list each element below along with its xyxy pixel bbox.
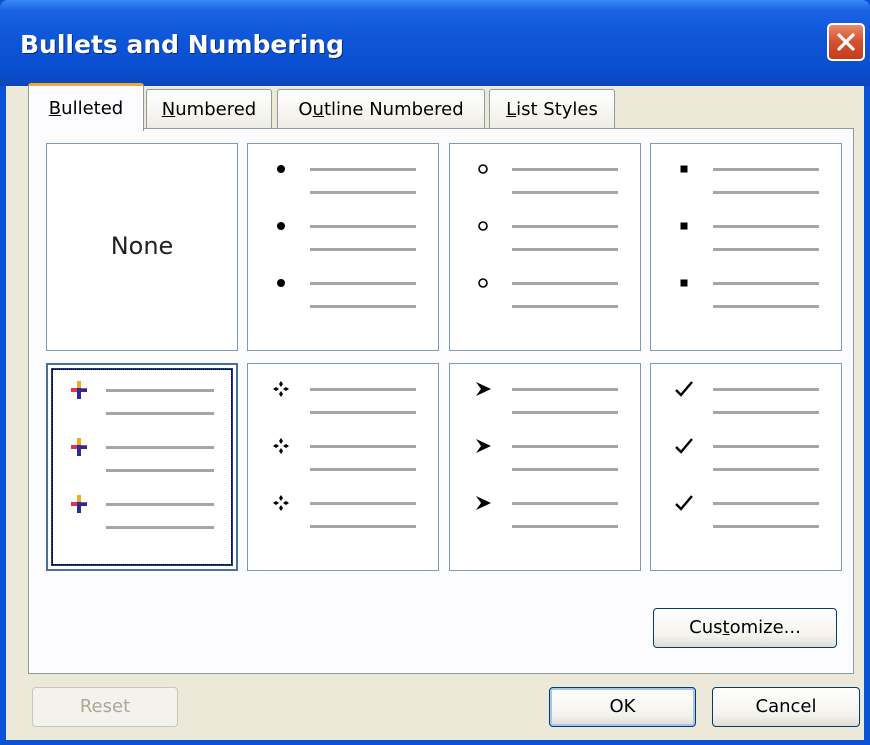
bullet-style-filled-square[interactable]: [650, 143, 842, 351]
hollow-circle-bullet-icon: [472, 215, 494, 241]
bulleted-tab-panel: None Customize...: [28, 128, 854, 674]
checkmark-bullet-icon: [673, 378, 695, 404]
text-placeholder-line: [310, 411, 416, 414]
text-placeholder-line: [106, 526, 214, 529]
tab-outline-numbered[interactable]: Outline Numbered: [277, 89, 485, 129]
hollow-circle-bullet-icon: [472, 158, 494, 184]
text-placeholder-line: [310, 468, 416, 471]
text-placeholder-line: [512, 502, 618, 505]
filled-square-bullet-icon: [673, 215, 695, 241]
text-placeholder-line: [713, 248, 819, 251]
bullet-style-checkmark[interactable]: [650, 363, 842, 571]
arrowhead-bullet-icon: [472, 435, 494, 461]
text-placeholder-line: [310, 525, 416, 528]
bullet-style-filled-dot[interactable]: [247, 143, 439, 351]
filled-dot-bullet-icon: [270, 272, 292, 298]
tab-bulleted[interactable]: Bulleted: [28, 83, 144, 131]
colored-cross-bullet-icon: [68, 436, 90, 462]
cancel-button[interactable]: Cancel: [712, 687, 860, 727]
bullet-style-arrowhead[interactable]: [449, 363, 641, 571]
four-diamond-bullet-icon: [270, 378, 292, 404]
text-placeholder-line: [512, 525, 618, 528]
text-placeholder-line: [310, 168, 416, 171]
close-icon: [837, 33, 855, 51]
text-placeholder-line: [512, 248, 618, 251]
four-diamond-bullet-icon: [270, 492, 292, 518]
text-placeholder-line: [310, 388, 416, 391]
filled-square-bullet-icon: [673, 272, 695, 298]
text-placeholder-line: [713, 282, 819, 285]
text-placeholder-line: [512, 445, 618, 448]
text-placeholder-line: [106, 412, 214, 415]
text-placeholder-line: [310, 191, 416, 194]
text-placeholder-line: [310, 305, 416, 308]
tab-numbered[interactable]: Numbered: [146, 89, 272, 129]
text-placeholder-line: [512, 191, 618, 194]
arrowhead-bullet-icon: [472, 378, 494, 404]
text-placeholder-line: [713, 191, 819, 194]
text-placeholder-line: [106, 446, 214, 449]
dialog-title: Bullets and Numbering: [20, 30, 344, 59]
text-placeholder-line: [512, 411, 618, 414]
text-placeholder-line: [310, 282, 416, 285]
bullet-style-cross-picture[interactable]: [46, 363, 238, 571]
text-placeholder-line: [106, 469, 214, 472]
dialog-body: Bulleted Numbered Outline Numbered List …: [6, 83, 864, 740]
checkmark-bullet-icon: [673, 492, 695, 518]
text-placeholder-line: [713, 468, 819, 471]
text-placeholder-line: [512, 282, 618, 285]
text-placeholder-line: [713, 305, 819, 308]
reset-button[interactable]: Reset: [32, 687, 178, 727]
tab-list-styles[interactable]: List Styles: [489, 89, 615, 129]
text-placeholder-line: [310, 225, 416, 228]
bullet-style-four-diamond[interactable]: [247, 363, 439, 571]
text-placeholder-line: [310, 445, 416, 448]
four-diamond-bullet-icon: [270, 435, 292, 461]
text-placeholder-line: [713, 411, 819, 414]
bullet-style-hollow-circle[interactable]: [449, 143, 641, 351]
text-placeholder-line: [713, 445, 819, 448]
text-placeholder-line: [713, 168, 819, 171]
text-placeholder-line: [512, 388, 618, 391]
close-button[interactable]: [827, 23, 865, 61]
colored-cross-bullet-icon: [68, 379, 90, 405]
title-bar[interactable]: Bullets and Numbering: [0, 0, 870, 86]
text-placeholder-line: [512, 305, 618, 308]
text-placeholder-line: [106, 389, 214, 392]
text-placeholder-line: [512, 468, 618, 471]
text-placeholder-line: [310, 502, 416, 505]
text-placeholder-line: [713, 225, 819, 228]
filled-dot-bullet-icon: [270, 158, 292, 184]
text-placeholder-line: [310, 248, 416, 251]
text-placeholder-line: [713, 502, 819, 505]
arrowhead-bullet-icon: [472, 492, 494, 518]
dialog-window: Bullets and Numbering Bulleted Numbered …: [0, 0, 870, 745]
text-placeholder-line: [713, 388, 819, 391]
customize-button[interactable]: Customize...: [653, 608, 837, 648]
none-label: None: [110, 232, 174, 260]
filled-square-bullet-icon: [673, 158, 695, 184]
checkmark-bullet-icon: [673, 435, 695, 461]
hollow-circle-bullet-icon: [472, 272, 494, 298]
text-placeholder-line: [713, 525, 819, 528]
text-placeholder-line: [106, 503, 214, 506]
filled-dot-bullet-icon: [270, 215, 292, 241]
bullet-style-none[interactable]: None: [46, 143, 238, 351]
text-placeholder-line: [512, 225, 618, 228]
colored-cross-bullet-icon: [68, 493, 90, 519]
ok-button[interactable]: OK: [549, 687, 696, 727]
text-placeholder-line: [512, 168, 618, 171]
